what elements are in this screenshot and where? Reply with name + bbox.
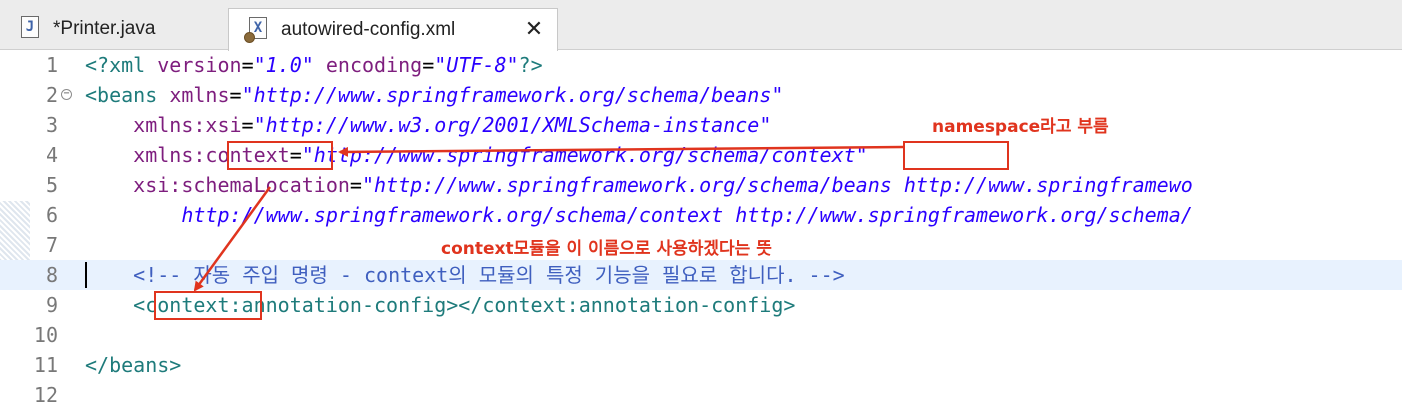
line-number: 3 — [45, 113, 58, 137]
line-number: 5 — [45, 173, 58, 197]
code-text: xmlns:context="http://www.springframewor… — [133, 143, 868, 167]
code-line: 10 — [0, 320, 1402, 350]
line-number: 7 — [45, 233, 58, 257]
code-text: </beans> — [85, 353, 182, 377]
code-text: <beans xmlns="http://www.springframework… — [85, 83, 784, 107]
code-line: 11 </beans> — [0, 350, 1402, 380]
tab-label: autowired-config.xml — [281, 19, 456, 40]
tab-autowired-config-xml[interactable]: X autowired-config.xml ✕ — [228, 8, 558, 51]
code-text: xmlns:xsi="http://www.w3.org/2001/XMLSch… — [133, 113, 772, 137]
highlight-box-namespace-context — [903, 141, 1009, 170]
line-number: 9 — [45, 293, 58, 317]
line-number: 1 — [45, 53, 58, 77]
tab-label: *Printer.java — [53, 18, 156, 39]
annotation-context-note: context모듈을 이 이름으로 사용하겠다는 뜻 — [441, 239, 772, 259]
code-text: <?xml version="1.0" encoding="UTF-8"?> — [85, 53, 543, 77]
highlight-box-context-tag-prefix — [154, 291, 262, 320]
line-number: 8 — [45, 263, 58, 287]
highlight-box-xmlns-context-prefix — [227, 141, 333, 170]
code-line: 2 − <beans xmlns="http://www.springframe… — [0, 80, 1402, 110]
line-number: 11 — [33, 353, 58, 377]
editor-tab-bar: J *Printer.java X autowired-config.xml ✕ — [0, 0, 1402, 51]
code-line: 3 xmlns:xsi="http://www.w3.org/2001/XMLS… — [0, 110, 1402, 140]
code-line-current: 8 <!-- 자동 주입 명령 - context의 모듈의 특정 기능을 필요… — [0, 260, 1402, 290]
annotation-namespace-note: namespace라고 부름 — [932, 117, 1109, 137]
code-line: 4 xmlns:context="http://www.springframew… — [0, 140, 1402, 170]
tab-printer-java[interactable]: J *Printer.java — [0, 8, 227, 50]
fold-toggle-icon[interactable]: − — [61, 89, 72, 100]
code-line: 5 xsi:schemaLocation="http://www.springf… — [0, 170, 1402, 200]
code-text: xsi:schemaLocation="http://www.springfra… — [133, 173, 1193, 197]
code-line: 6 http://www.springframework.org/schema/… — [0, 200, 1402, 230]
line-number: 10 — [33, 323, 58, 347]
line-number: 12 — [33, 383, 58, 407]
code-text: <!-- 자동 주입 명령 - context의 모듈의 특정 기능을 필요로 … — [133, 263, 845, 287]
xml-file-icon: X — [244, 17, 267, 43]
code-line: 1 <?xml version="1.0" encoding="UTF-8"?> — [0, 50, 1402, 80]
code-text: http://www.springframework.org/schema/co… — [181, 203, 1193, 227]
line-number: 6 — [45, 203, 58, 227]
close-tab-icon[interactable]: ✕ — [522, 18, 546, 42]
line-number: 2 — [45, 83, 58, 107]
java-file-icon: J — [21, 16, 39, 38]
line-number: 4 — [45, 143, 58, 167]
gear-icon — [244, 32, 255, 43]
code-line: 12 — [0, 380, 1402, 410]
